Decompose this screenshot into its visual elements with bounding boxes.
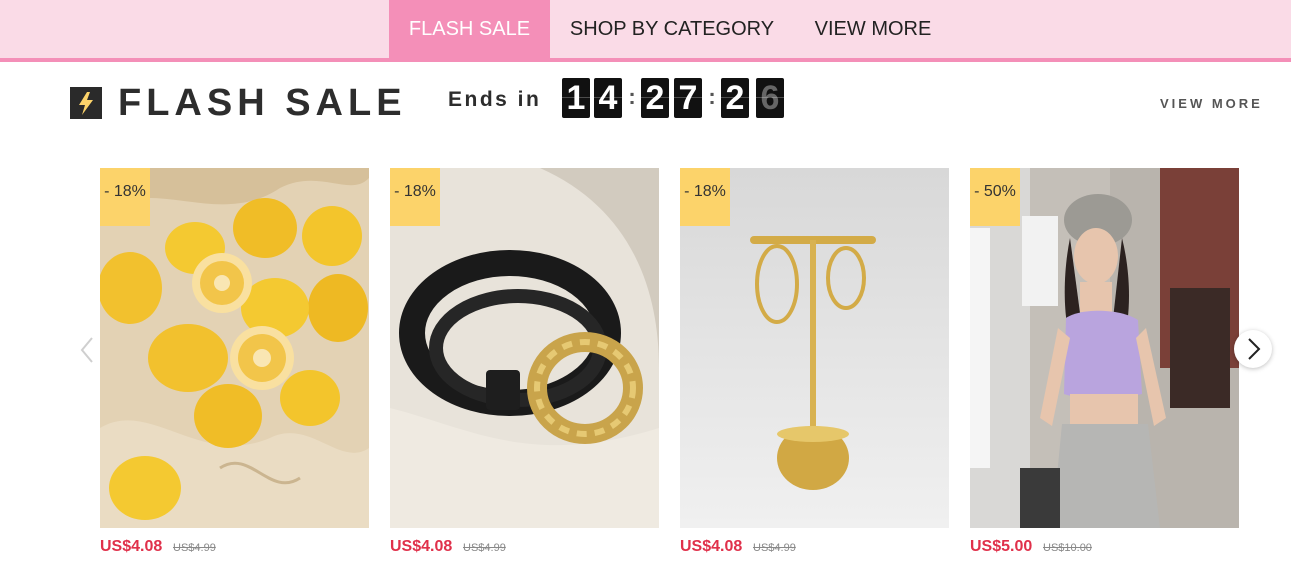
discount-badge: - 18% [100,168,150,226]
countdown-separator: : [628,84,636,109]
discount-label: - 50% [974,183,1016,200]
lightning-icon [70,87,102,119]
sale-price: US$4.08 [390,538,453,555]
tab-flash-sale[interactable]: FLASH SALE [389,0,550,58]
countdown-seconds-digit: 2 [721,78,749,118]
discount-badge: - 50% [970,168,1020,226]
original-price: US$4.99 [753,542,796,554]
discount-badge: - 18% [680,168,730,226]
section-title: FLASH SALE [118,82,407,124]
countdown-hours-digit: 4 [594,78,622,118]
product-card[interactable]: - 18% US$4.08 US$4.99 [390,168,659,568]
sale-price: US$4.08 [100,538,163,555]
original-price: US$4.99 [173,542,216,554]
view-more-link[interactable]: VIEW MORE [1160,96,1263,111]
countdown-separator: : [708,84,716,109]
chevron-left-icon[interactable] [76,334,98,366]
sale-price: US$5.00 [970,538,1033,555]
original-price: US$4.99 [463,542,506,554]
countdown-minutes-digit: 2 [641,78,669,118]
countdown-hours-digit: 1 [562,78,590,118]
original-price: US$10.00 [1043,542,1092,554]
top-navigation: FLASH SALE SHOP BY CATEGORY VIEW MORE [0,0,1291,62]
countdown-seconds-digit: 6 [756,78,784,118]
tab-view-more[interactable]: VIEW MORE [804,0,942,58]
product-card[interactable]: - 50% US$5.00 US$10.00 [970,168,1239,568]
discount-label: - 18% [104,183,146,200]
chevron-right-icon[interactable] [1234,330,1272,368]
discount-label: - 18% [684,183,726,200]
countdown-label: Ends in [448,88,542,111]
product-card[interactable]: - 18% US$4.08 US$4.99 [680,168,949,568]
tab-shop-by-category[interactable]: SHOP BY CATEGORY [560,0,784,58]
discount-badge: - 18% [390,168,440,226]
countdown-minutes-digit: 7 [674,78,702,118]
sale-price: US$4.08 [680,538,743,555]
product-card[interactable]: - 18% US$4.08 US$4.99 [100,168,369,568]
discount-label: - 18% [394,183,436,200]
